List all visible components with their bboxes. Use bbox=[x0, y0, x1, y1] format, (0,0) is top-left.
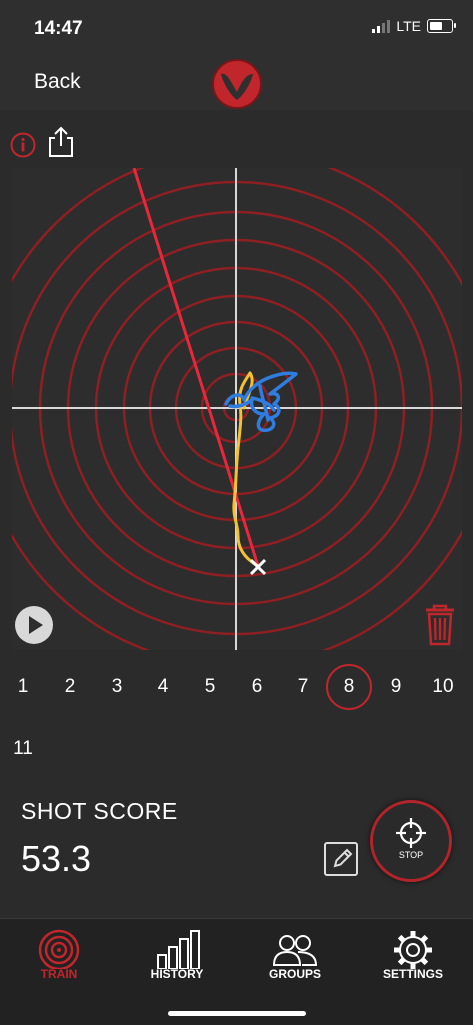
edit-button[interactable] bbox=[324, 842, 358, 876]
back-button[interactable]: Back bbox=[34, 70, 81, 94]
tab-bar: TRAIN HISTORY GROUPS SETTINGS bbox=[0, 918, 473, 1025]
battery-icon bbox=[427, 19, 456, 33]
target-svg bbox=[12, 168, 462, 650]
score-value: 53.3 bbox=[21, 838, 92, 879]
target-icon bbox=[38, 929, 80, 969]
shot-number-10[interactable]: 10 bbox=[420, 664, 466, 710]
crosshair-icon bbox=[396, 818, 426, 848]
share-icon[interactable] bbox=[46, 126, 76, 158]
trash-icon[interactable] bbox=[423, 604, 457, 646]
status-indicators: LTE bbox=[372, 18, 456, 34]
shot-number-8-selected[interactable]: 8 bbox=[326, 664, 372, 710]
shot-selector: 1 2 3 4 5 6 7 8 9 10 11 bbox=[0, 664, 473, 774]
info-icon[interactable] bbox=[10, 132, 36, 158]
people-icon bbox=[272, 935, 318, 966]
shot-number-9[interactable]: 9 bbox=[373, 664, 419, 710]
network-label: LTE bbox=[396, 18, 421, 34]
tab-train[interactable]: TRAIN bbox=[4, 919, 114, 989]
shot-target bbox=[12, 168, 462, 650]
play-icon[interactable] bbox=[14, 605, 54, 645]
pencil-icon bbox=[333, 848, 353, 868]
tab-label: GROUPS bbox=[268, 967, 321, 981]
shot-number-2[interactable]: 2 bbox=[47, 664, 93, 710]
shot-number-11[interactable]: 11 bbox=[0, 726, 46, 772]
status-bar: 14:47 LTE bbox=[0, 0, 473, 56]
bar-chart-icon bbox=[157, 930, 200, 969]
shot-number-4[interactable]: 4 bbox=[140, 664, 186, 710]
brand-logo bbox=[212, 59, 262, 109]
nav-bar: Back bbox=[0, 56, 473, 110]
shot-number-6[interactable]: 6 bbox=[234, 664, 280, 710]
tab-history[interactable]: HISTORY bbox=[122, 919, 232, 989]
tab-label: TRAIN bbox=[40, 967, 78, 981]
shot-number-3[interactable]: 3 bbox=[94, 664, 140, 710]
score-label: SHOT SCORE bbox=[21, 798, 178, 824]
status-time: 14:47 bbox=[34, 18, 83, 39]
home-indicator[interactable] bbox=[168, 1011, 306, 1016]
tab-label: HISTORY bbox=[150, 967, 204, 981]
tab-settings[interactable]: SETTINGS bbox=[358, 919, 468, 989]
shot-number-7[interactable]: 7 bbox=[280, 664, 326, 710]
tab-label: SETTINGS bbox=[382, 967, 443, 981]
gear-icon bbox=[394, 931, 432, 969]
stop-button[interactable]: STOP bbox=[370, 800, 452, 882]
shot-number-1[interactable]: 1 bbox=[0, 664, 46, 710]
stop-label: STOP bbox=[398, 850, 424, 860]
shot-number-5[interactable]: 5 bbox=[187, 664, 233, 710]
signal-icon bbox=[372, 19, 391, 33]
recoil-trace bbox=[132, 168, 260, 567]
tab-groups[interactable]: GROUPS bbox=[240, 919, 350, 989]
